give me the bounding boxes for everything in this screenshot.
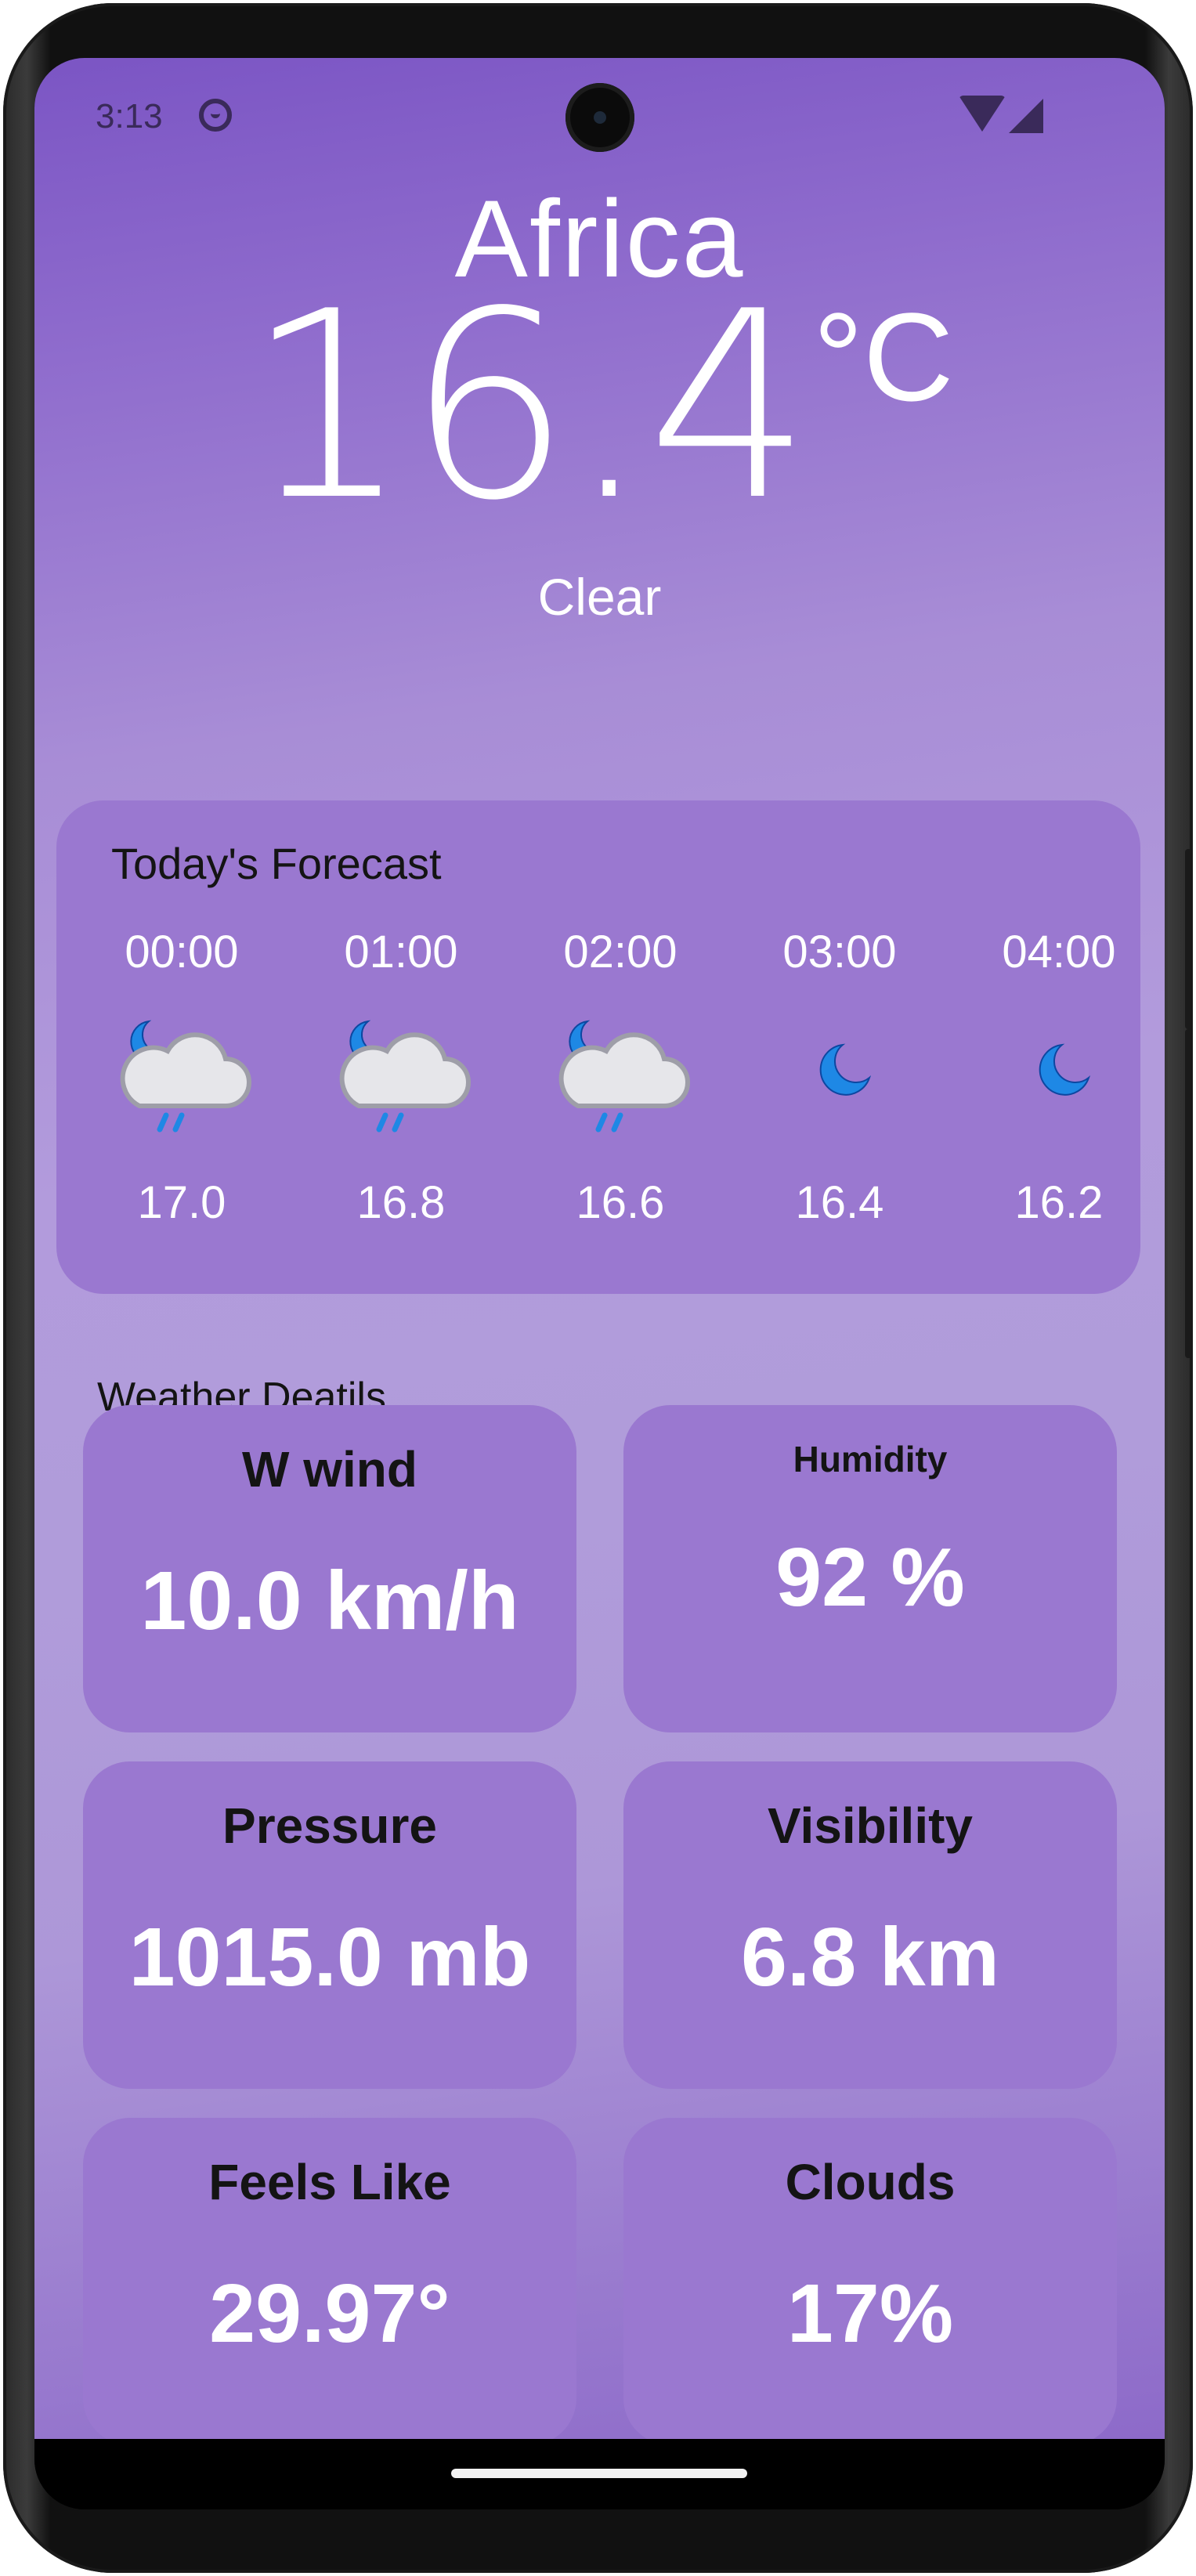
- front-camera: [565, 83, 634, 152]
- volume-button: [1185, 849, 1193, 1029]
- forecast-hour: 02:00 16.6: [526, 926, 714, 1255]
- screen: 3:13 Africa 16.4°C Clear Today's Forecas…: [34, 58, 1165, 2509]
- forecast-title: Today's Forecast: [111, 839, 442, 888]
- status-time: 3:13: [96, 97, 163, 135]
- wind-tile: W wind 10.0 km/h: [83, 1405, 576, 1732]
- pressure-tile: Pressure 1015.0 mb: [83, 1761, 576, 2089]
- weather-condition: Clear: [537, 568, 662, 626]
- weather-app: 3:13 Africa 16.4°C Clear Today's Forecas…: [34, 58, 1165, 2445]
- power-button: [1185, 1029, 1193, 1358]
- forecast-hour: 03:00 16.4: [746, 926, 934, 1255]
- temperature-value: 16.4: [245, 256, 811, 557]
- forecast-hour-time: 01:00: [344, 927, 458, 977]
- forecast-hour-temp: 16.8: [356, 1177, 446, 1228]
- feels-like-tile: Feels Like 29.97°: [83, 2118, 576, 2445]
- moon-icon: [1039, 1043, 1091, 1096]
- forecast-hour: 04:00 16.2: [965, 926, 1153, 1255]
- wind-value: 10.0 km/h: [140, 1555, 519, 1647]
- visibility-label: Visibility: [767, 1797, 974, 1854]
- forecast-hour-time: 02:00: [563, 927, 677, 977]
- app-notification-icon: [199, 99, 232, 132]
- forecast-card: Today's Forecast 00:00 17.0 01:00 16.8 0…: [56, 800, 1140, 1294]
- navigation-bar: [34, 2439, 1165, 2509]
- moon-cloud-rain-icon: [558, 1020, 690, 1133]
- feels-like-label: Feels Like: [208, 2154, 451, 2210]
- forecast-hour-time: 03:00: [782, 927, 897, 977]
- humidity-value: 92 %: [775, 1531, 965, 1624]
- forecast-hour: 00:00 17.0: [88, 926, 276, 1255]
- wind-label: W wind: [242, 1441, 417, 1498]
- temperature-unit: °C: [813, 287, 954, 427]
- clouds-tile: Clouds 17%: [623, 2118, 1117, 2445]
- forecast-list[interactable]: 00:00 17.0 01:00 16.8 02:00 16.6 03:00 1…: [56, 926, 1140, 1255]
- moon-icon: [819, 1043, 872, 1096]
- humidity-tile: Humidity 92 %: [623, 1405, 1117, 1732]
- forecast-hour-time: 04:00: [1002, 927, 1116, 977]
- cell-signal-icon: [1009, 99, 1043, 133]
- moon-cloud-rain-icon: [339, 1020, 471, 1133]
- visibility-value: 6.8 km: [740, 1911, 999, 2003]
- forecast-hour-temp: 16.6: [576, 1177, 665, 1228]
- humidity-label: Humidity: [793, 1439, 948, 1479]
- forecast-hour-time: 00:00: [125, 927, 239, 977]
- forecast-hour-temp: 17.0: [137, 1177, 226, 1228]
- phone-frame: 3:13 Africa 16.4°C Clear Today's Forecas…: [3, 3, 1193, 2573]
- current-temperature: 16.4°C: [34, 277, 1165, 536]
- clouds-label: Clouds: [785, 2154, 956, 2210]
- home-gesture-bar[interactable]: [451, 2469, 747, 2478]
- forecast-hour-temp: 16.2: [1014, 1177, 1104, 1228]
- visibility-tile: Visibility 6.8 km: [623, 1761, 1117, 2089]
- pressure-label: Pressure: [222, 1797, 437, 1854]
- pressure-value: 1015.0 mb: [128, 1911, 531, 2003]
- forecast-hour-temp: 16.4: [795, 1177, 884, 1228]
- forecast-hour: 01:00 16.8: [307, 926, 495, 1255]
- feels-like-value: 29.97°: [209, 2267, 450, 2360]
- wifi-icon: [959, 96, 1006, 132]
- moon-cloud-rain-icon: [120, 1020, 251, 1133]
- clouds-value: 17%: [786, 2267, 954, 2360]
